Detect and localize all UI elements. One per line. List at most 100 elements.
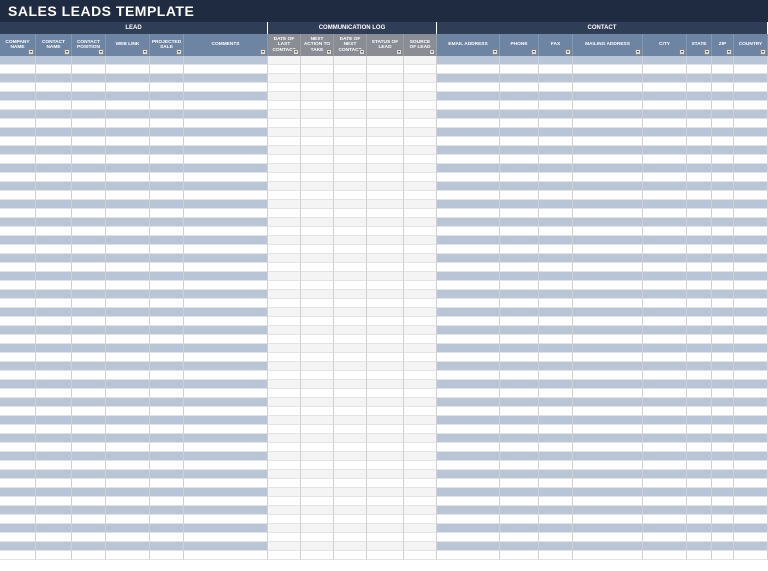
table-cell[interactable]	[268, 308, 301, 317]
table-cell[interactable]	[106, 488, 150, 497]
table-cell[interactable]	[72, 191, 106, 200]
table-cell[interactable]	[0, 497, 36, 506]
table-cell[interactable]	[0, 515, 36, 524]
table-cell[interactable]	[539, 137, 573, 146]
table-cell[interactable]	[404, 218, 437, 227]
table-cell[interactable]	[150, 461, 184, 470]
table-cell[interactable]	[687, 173, 712, 182]
table-cell[interactable]	[712, 443, 734, 452]
table-cell[interactable]	[150, 452, 184, 461]
table-cell[interactable]	[500, 101, 539, 110]
table-cell[interactable]	[301, 506, 334, 515]
table-cell[interactable]	[334, 164, 367, 173]
table-cell[interactable]	[367, 65, 404, 74]
table-cell[interactable]	[72, 515, 106, 524]
table-cell[interactable]	[500, 434, 539, 443]
table-cell[interactable]	[687, 470, 712, 479]
table-cell[interactable]	[573, 155, 643, 164]
table-cell[interactable]	[334, 425, 367, 434]
table-cell[interactable]	[643, 452, 687, 461]
table-cell[interactable]	[334, 470, 367, 479]
table-cell[interactable]	[268, 182, 301, 191]
table-cell[interactable]	[712, 110, 734, 119]
table-cell[interactable]	[437, 551, 500, 560]
column-header-country[interactable]: COUNTRY	[734, 34, 768, 56]
table-cell[interactable]	[643, 83, 687, 92]
table-cell[interactable]	[734, 497, 768, 506]
table-cell[interactable]	[643, 389, 687, 398]
table-cell[interactable]	[268, 497, 301, 506]
table-cell[interactable]	[734, 110, 768, 119]
table-cell[interactable]	[573, 434, 643, 443]
table-cell[interactable]	[184, 182, 268, 191]
table-cell[interactable]	[0, 317, 36, 326]
table-cell[interactable]	[687, 128, 712, 137]
table-cell[interactable]	[734, 155, 768, 164]
table-cell[interactable]	[437, 164, 500, 173]
table-cell[interactable]	[0, 443, 36, 452]
table-cell[interactable]	[72, 533, 106, 542]
table-cell[interactable]	[734, 407, 768, 416]
table-cell[interactable]	[36, 434, 72, 443]
table-cell[interactable]	[106, 74, 150, 83]
filter-dropdown-icon[interactable]	[760, 49, 766, 55]
table-cell[interactable]	[150, 65, 184, 74]
table-cell[interactable]	[500, 83, 539, 92]
table-cell[interactable]	[687, 452, 712, 461]
table-cell[interactable]	[150, 119, 184, 128]
table-cell[interactable]	[268, 353, 301, 362]
table-cell[interactable]	[573, 317, 643, 326]
table-cell[interactable]	[36, 380, 72, 389]
table-cell[interactable]	[539, 281, 573, 290]
table-cell[interactable]	[36, 344, 72, 353]
table-cell[interactable]	[334, 380, 367, 389]
table-cell[interactable]	[687, 353, 712, 362]
table-cell[interactable]	[687, 290, 712, 299]
table-cell[interactable]	[734, 245, 768, 254]
table-cell[interactable]	[437, 317, 500, 326]
table-cell[interactable]	[106, 110, 150, 119]
table-cell[interactable]	[573, 371, 643, 380]
table-cell[interactable]	[268, 191, 301, 200]
table-cell[interactable]	[268, 227, 301, 236]
table-cell[interactable]	[643, 110, 687, 119]
table-cell[interactable]	[36, 92, 72, 101]
table-cell[interactable]	[72, 425, 106, 434]
table-cell[interactable]	[734, 434, 768, 443]
table-cell[interactable]	[268, 407, 301, 416]
table-cell[interactable]	[334, 263, 367, 272]
table-cell[interactable]	[712, 524, 734, 533]
table-cell[interactable]	[712, 200, 734, 209]
table-cell[interactable]	[437, 137, 500, 146]
table-cell[interactable]	[367, 308, 404, 317]
table-cell[interactable]	[106, 479, 150, 488]
table-cell[interactable]	[334, 506, 367, 515]
table-cell[interactable]	[687, 164, 712, 173]
table-cell[interactable]	[72, 326, 106, 335]
table-cell[interactable]	[734, 326, 768, 335]
table-cell[interactable]	[72, 254, 106, 263]
table-cell[interactable]	[712, 488, 734, 497]
table-cell[interactable]	[712, 542, 734, 551]
table-cell[interactable]	[0, 110, 36, 119]
table-cell[interactable]	[334, 479, 367, 488]
table-cell[interactable]	[184, 461, 268, 470]
table-cell[interactable]	[539, 65, 573, 74]
filter-dropdown-icon[interactable]	[293, 49, 299, 55]
table-cell[interactable]	[367, 191, 404, 200]
table-cell[interactable]	[72, 227, 106, 236]
table-cell[interactable]	[184, 74, 268, 83]
table-cell[interactable]	[268, 452, 301, 461]
table-cell[interactable]	[36, 461, 72, 470]
table-cell[interactable]	[106, 65, 150, 74]
table-cell[interactable]	[500, 299, 539, 308]
table-cell[interactable]	[404, 470, 437, 479]
table-cell[interactable]	[539, 344, 573, 353]
table-cell[interactable]	[106, 218, 150, 227]
table-cell[interactable]	[301, 65, 334, 74]
table-cell[interactable]	[301, 182, 334, 191]
table-cell[interactable]	[268, 209, 301, 218]
table-cell[interactable]	[712, 164, 734, 173]
table-cell[interactable]	[573, 92, 643, 101]
table-cell[interactable]	[106, 353, 150, 362]
